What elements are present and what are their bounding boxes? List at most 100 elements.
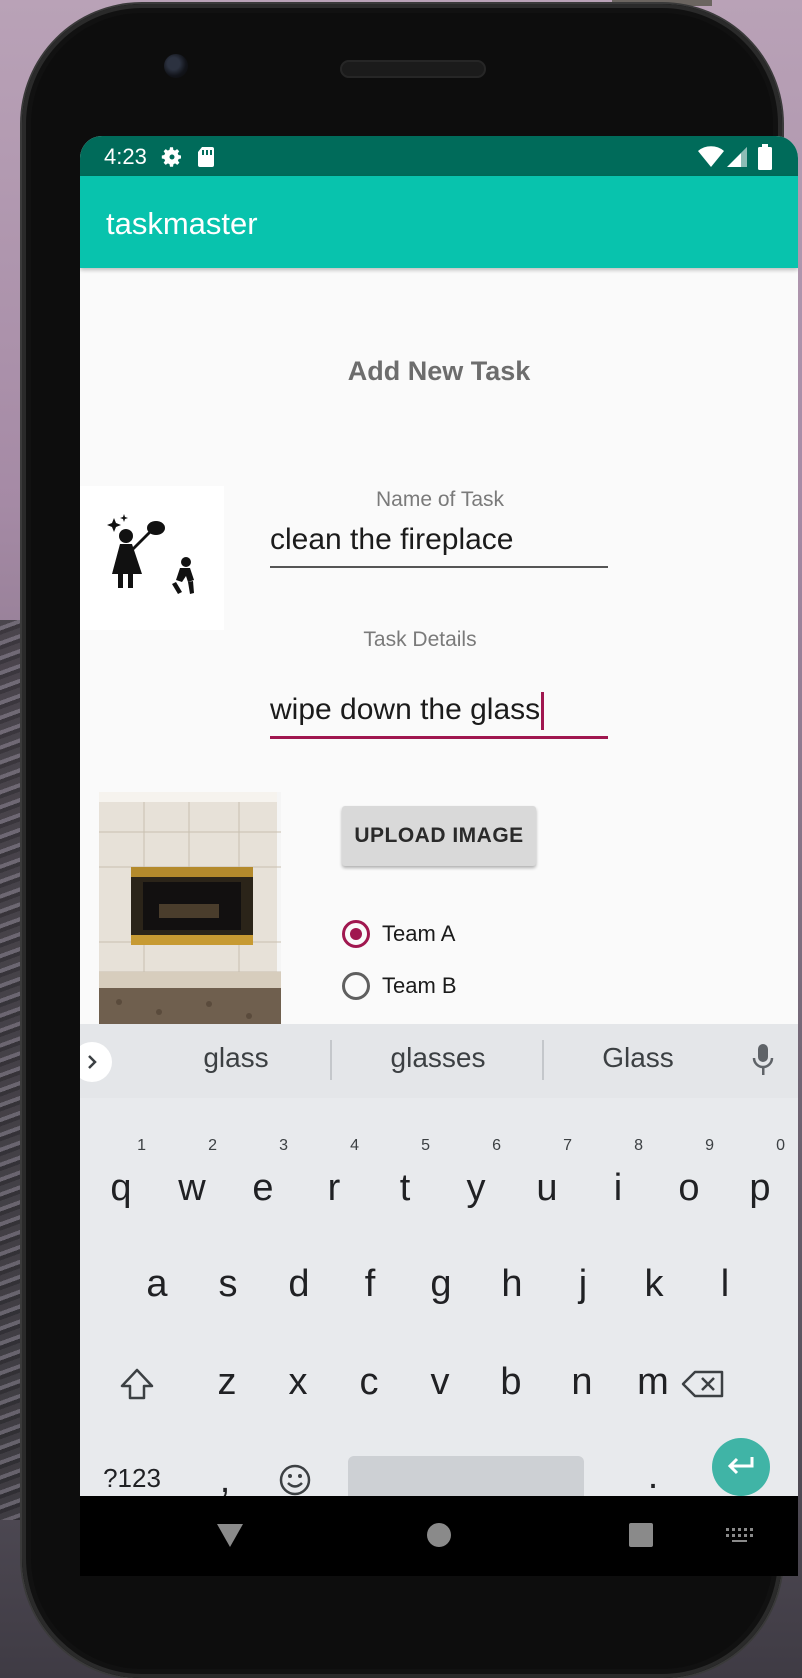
key-n[interactable]: n xyxy=(547,1342,617,1422)
team-a-radio[interactable] xyxy=(342,920,370,948)
key-letter: z xyxy=(217,1361,237,1403)
key-h[interactable]: h xyxy=(477,1244,547,1324)
fireplace-photo xyxy=(99,792,281,1024)
task-name-label: Name of Task xyxy=(376,488,504,511)
task-details-input[interactable]: wipe down the glass xyxy=(270,684,608,739)
suggestion-2[interactable]: glasses xyxy=(338,1042,538,1074)
key-number-hint: 0 xyxy=(776,1137,785,1154)
key-letter: w xyxy=(178,1167,206,1209)
key-g[interactable]: g xyxy=(406,1244,476,1324)
key-number-hint: 6 xyxy=(492,1137,501,1154)
backspace-icon xyxy=(681,1370,724,1398)
microphone-button[interactable] xyxy=(752,1044,774,1081)
task-details-label: Task Details xyxy=(363,628,477,651)
key-letter: m xyxy=(637,1361,669,1403)
key-a[interactable]: a xyxy=(122,1244,192,1324)
key-letter: x xyxy=(288,1361,308,1403)
settings-icon xyxy=(161,147,181,167)
key-b[interactable]: b xyxy=(476,1342,546,1422)
suggestion-1[interactable]: glass xyxy=(136,1042,336,1074)
shift-icon xyxy=(120,1368,154,1400)
key-y[interactable]: y6 xyxy=(441,1138,511,1228)
key-letter: t xyxy=(399,1167,411,1209)
key-d[interactable]: d xyxy=(264,1244,334,1324)
text-cursor xyxy=(541,692,545,731)
microphone-icon xyxy=(752,1044,774,1075)
key-letter: b xyxy=(500,1361,522,1403)
task-details-value: wipe down the glass xyxy=(270,693,541,726)
team-a-option[interactable]: Team A xyxy=(342,914,455,954)
team-a-label: Team A xyxy=(382,921,456,946)
key-letter: h xyxy=(501,1263,523,1305)
key-letter: u xyxy=(536,1167,558,1209)
key-letter: l xyxy=(720,1263,730,1305)
key-number-hint: 5 xyxy=(421,1137,430,1154)
uploaded-image-preview xyxy=(99,792,281,1024)
chevron-right-icon xyxy=(88,1055,97,1069)
suggestion-divider xyxy=(330,1040,332,1080)
key-t[interactable]: t5 xyxy=(370,1138,440,1228)
key-letter: d xyxy=(288,1263,310,1305)
key-c[interactable]: c xyxy=(334,1342,404,1422)
key-k[interactable]: k xyxy=(619,1244,689,1324)
front-camera xyxy=(164,54,188,78)
backspace-key[interactable] xyxy=(668,1342,738,1422)
key-letter: g xyxy=(430,1263,452,1305)
team-b-radio[interactable] xyxy=(342,972,370,1000)
key-letter: e xyxy=(252,1167,274,1209)
team-b-option[interactable]: Team B xyxy=(342,966,457,1006)
key-z[interactable]: z xyxy=(192,1342,262,1422)
key-letter: n xyxy=(571,1361,593,1403)
key-v[interactable]: v xyxy=(405,1342,475,1422)
upload-image-button[interactable]: UPLOAD IMAGE xyxy=(342,806,536,866)
key-s[interactable]: s xyxy=(193,1244,263,1324)
keyboard-switch-icon[interactable] xyxy=(724,1526,754,1544)
sd-card-icon xyxy=(198,147,214,167)
key-i[interactable]: i8 xyxy=(583,1138,653,1228)
recents-icon[interactable] xyxy=(628,1522,654,1548)
key-number-hint: 4 xyxy=(350,1137,359,1154)
suggestion-strip: glass glasses Glass xyxy=(80,1024,798,1098)
key-r[interactable]: r4 xyxy=(299,1138,369,1228)
key-letter: r xyxy=(327,1167,341,1209)
key-letter: c xyxy=(359,1361,379,1403)
key-f[interactable]: f xyxy=(335,1244,405,1324)
task-name-input[interactable]: clean the fireplace xyxy=(270,514,608,568)
key-letter: o xyxy=(678,1167,700,1209)
key-number-hint: 8 xyxy=(634,1137,643,1154)
key-letter: i xyxy=(613,1167,623,1209)
key-q[interactable]: q1 xyxy=(86,1138,156,1228)
key-letter: p xyxy=(749,1167,771,1209)
team-b-label: Team B xyxy=(382,973,457,998)
keyboard-menu-button[interactable] xyxy=(80,1042,112,1082)
suggestion-3[interactable]: Glass xyxy=(538,1042,738,1074)
key-x[interactable]: x xyxy=(263,1342,333,1422)
enter-key[interactable] xyxy=(712,1438,770,1496)
cleaning-figure-icon xyxy=(107,514,194,594)
key-number-hint: 3 xyxy=(279,1137,288,1154)
key-j[interactable]: j xyxy=(548,1244,618,1324)
screen: 4:23 taskmaster Add New Task Name of Tas… xyxy=(80,136,798,1576)
signal-icon xyxy=(727,147,747,167)
key-u[interactable]: u7 xyxy=(512,1138,582,1228)
key-number-hint: 7 xyxy=(563,1137,572,1154)
home-icon[interactable] xyxy=(426,1522,452,1548)
key-o[interactable]: o9 xyxy=(654,1138,724,1228)
emoji-icon xyxy=(279,1464,311,1496)
key-e[interactable]: e3 xyxy=(228,1138,298,1228)
shift-key[interactable] xyxy=(102,1342,172,1422)
key-l[interactable]: l xyxy=(690,1244,760,1324)
key-p[interactable]: p0 xyxy=(725,1138,795,1228)
key-number-hint: 1 xyxy=(137,1137,146,1154)
key-letter: v xyxy=(430,1361,450,1403)
key-letter: q xyxy=(110,1167,132,1209)
key-letter: s xyxy=(218,1263,238,1305)
key-letter: f xyxy=(364,1263,376,1305)
back-icon[interactable] xyxy=(216,1522,244,1548)
battery-icon xyxy=(758,144,772,170)
key-letter: a xyxy=(146,1263,168,1305)
key-letter: j xyxy=(578,1263,588,1305)
task-name-value: clean the fireplace xyxy=(270,523,514,556)
key-w[interactable]: w2 xyxy=(157,1138,227,1228)
task-illustration xyxy=(80,486,224,630)
